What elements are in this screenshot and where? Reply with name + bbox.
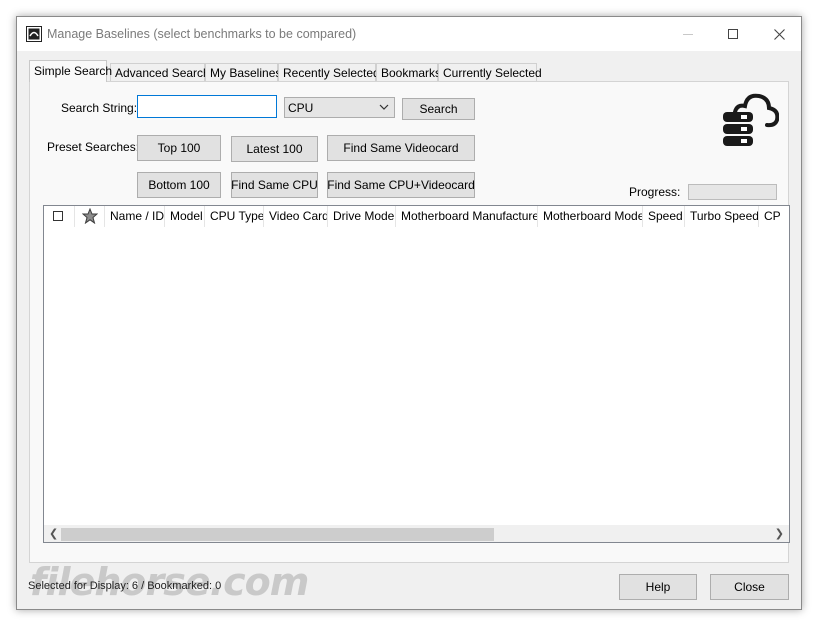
column-header-name-id[interactable]: Name / ID [105,206,165,227]
column-header-motherboard-model[interactable]: Motherboard Model [538,206,643,227]
search-category-select[interactable]: CPU [284,97,395,118]
maximize-icon [728,29,738,39]
find-same-cpu-button[interactable]: Find Same CPU [231,172,318,198]
select-all-column-header [44,206,75,227]
tab-advanced-search[interactable]: Advanced Search [110,63,210,81]
bottom-100-button[interactable]: Bottom 100 [137,172,221,198]
selection-status: Selected for Display: 6 / Bookmarked: 0 [28,580,222,592]
chevron-down-icon [379,104,389,110]
results-table[interactable]: Name / ID Model CPU Type Video Card Driv… [43,205,790,543]
help-button[interactable]: Help [619,574,697,600]
chevron-left-icon[interactable]: ❮ [49,527,58,540]
tab-bookmarks[interactable]: Bookmarks [376,63,441,81]
search-string-label: Search String: [61,101,138,115]
search-button[interactable]: Search [402,98,475,120]
bookmark-column-header[interactable] [75,206,105,227]
column-header-video-card[interactable]: Video Card [264,206,328,227]
column-header-cpu-type[interactable]: CPU Type [205,206,264,227]
window-title: Manage Baselines (select benchmarks to b… [47,27,357,41]
progress-bar [688,184,777,200]
column-header-cp[interactable]: CP [759,206,789,227]
chevron-right-icon[interactable]: ❯ [775,527,784,540]
cloud-server-icon [723,93,779,146]
close-window-button[interactable] [756,17,802,51]
search-string-input[interactable] [137,95,277,118]
progress-label: Progress: [629,185,681,199]
minimize-icon [683,34,693,35]
close-button[interactable]: Close [710,574,789,600]
select-all-checkbox[interactable] [53,211,63,221]
minimize-button[interactable] [665,17,711,51]
horizontal-scrollbar[interactable]: ❮ ❯ [44,525,789,542]
search-category-value: CPU [288,101,314,115]
column-header-drive-model[interactable]: Drive Model [328,206,396,227]
star-icon [81,207,99,225]
tab-simple-search[interactable]: Simple Search [29,60,112,82]
app-icon [26,26,42,42]
preset-searches-label: Preset Searches: [47,140,140,154]
maximize-button[interactable] [710,17,756,51]
find-same-cpu-videocard-button[interactable]: Find Same CPU+Videocard [327,172,475,198]
column-header-turbo-speed[interactable]: Turbo Speed [685,206,759,227]
tab-currently-selected[interactable]: Currently Selected [438,63,542,81]
title-bar[interactable]: Manage Baselines (select benchmarks to b… [17,17,801,51]
column-header-speed[interactable]: Speed [643,206,685,227]
latest-100-button[interactable]: Latest 100 [231,136,318,162]
tab-my-baselines[interactable]: My Baselines [205,63,281,81]
top-100-button[interactable]: Top 100 [137,135,221,161]
find-same-videocard-button[interactable]: Find Same Videocard [327,135,475,161]
close-icon [773,28,785,40]
column-header-model[interactable]: Model [165,206,205,227]
scrollbar-thumb[interactable] [61,528,494,541]
column-header-motherboard-manufacturer[interactable]: Motherboard Manufacturer [396,206,538,227]
tab-recently-selected[interactable]: Recently Selected [278,63,380,81]
